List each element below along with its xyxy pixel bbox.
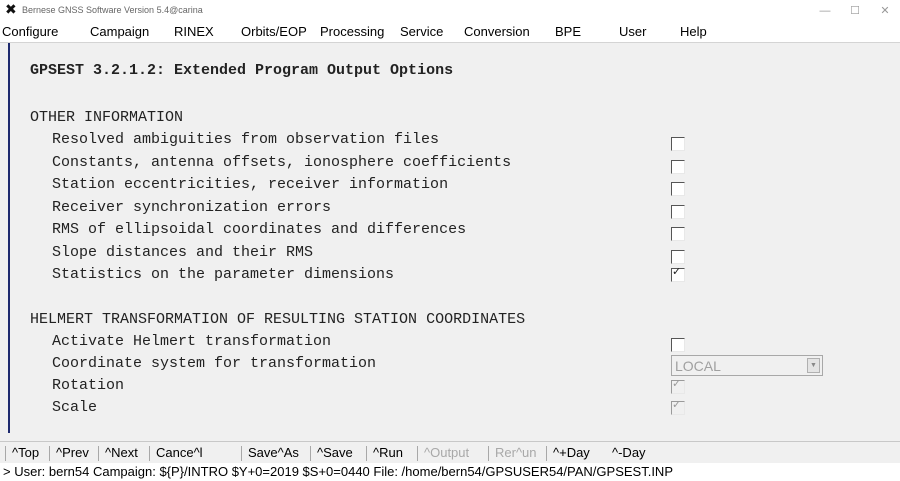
checkbox-rotation[interactable]: ✓ <box>671 377 685 394</box>
menu-label: RINEX <box>174 24 214 39</box>
status-bar: > User: bern54 Campaign: ${P}/INTRO $Y+0… <box>0 463 900 481</box>
menu-label: Campaign <box>90 24 150 39</box>
option-label: Station eccentricities, receiver informa… <box>52 176 449 193</box>
menu-configure[interactable]: Configure <box>2 25 58 39</box>
save-as-button[interactable]: Save^As <box>248 446 299 460</box>
checkbox-slope-distances[interactable] <box>671 250 685 264</box>
separator <box>149 446 150 461</box>
maximize-button[interactable]: ☐ <box>840 2 870 20</box>
separator <box>546 446 547 461</box>
rotation-label: Rotation <box>52 377 125 394</box>
checkmark-icon: ✓ <box>672 265 682 278</box>
checkbox-scale[interactable]: ✓ <box>671 398 685 415</box>
title-bar: ✖ Bernese GNSS Software Version 5.4@cari… <box>0 0 900 22</box>
menu-label: User <box>619 24 647 39</box>
section-other-information: OTHER INFORMATION <box>30 109 184 126</box>
separator <box>241 446 242 461</box>
option-label: Statistics on the parameter dimensions <box>52 266 395 283</box>
menu-bpe[interactable]: BPE <box>555 25 581 39</box>
option-label: Slope distances and their RMS <box>52 244 314 261</box>
plus-day-button[interactable]: ^+Day <box>553 446 590 460</box>
checkbox-activate-helmert[interactable] <box>671 338 685 352</box>
menu-processing[interactable]: Processing <box>320 25 384 39</box>
checkmark-icon: ✓ <box>672 377 682 390</box>
menu-label: BPE <box>555 24 582 39</box>
checkbox-constants-antenna[interactable] <box>671 160 685 174</box>
checkbox-receiver-sync[interactable] <box>671 205 685 219</box>
menu-label: Conversion <box>464 24 530 39</box>
x-logo-icon: ✖ <box>5 2 17 18</box>
checkbox-resolved-ambiguities[interactable] <box>671 137 685 151</box>
menu-label: Processing <box>320 24 385 39</box>
navigation-toolbar: ^Top ^Prev ^Next Cance^l Save^As ^Save ^… <box>0 441 900 464</box>
separator <box>310 446 311 461</box>
top-button[interactable]: ^Top <box>12 446 39 460</box>
menu-service[interactable]: Service <box>400 25 443 39</box>
chevron-down-icon: ▼ <box>807 358 820 373</box>
coordinate-system-value: LOCAL <box>675 358 721 374</box>
option-label: Receiver synchronization errors <box>52 199 332 216</box>
checkmark-icon: ✓ <box>672 398 682 411</box>
option-label: Constants, antenna offsets, ionosphere c… <box>52 154 512 171</box>
page-title: GPSEST 3.2.1.2: Extended Program Output … <box>30 62 454 79</box>
window-title: Bernese GNSS Software Version 5.4@carina <box>22 5 203 15</box>
checkbox-rms-ellipsoidal[interactable] <box>671 227 685 241</box>
minus-day-button[interactable]: ^-Day <box>612 446 646 460</box>
scale-label: Scale <box>52 399 98 416</box>
output-button[interactable]: ^Output <box>424 446 469 460</box>
menu-orbits-eop[interactable]: Orbits/EOP <box>241 25 307 39</box>
checkbox-statistics-parameters[interactable]: ✓ <box>671 265 685 282</box>
separator <box>417 446 418 461</box>
save-button[interactable]: ^Save <box>317 446 353 460</box>
menu-bar: Configure Campaign RINEX Orbits/EOP Proc… <box>0 22 900 43</box>
menu-user[interactable]: User <box>619 25 646 39</box>
option-label: Resolved ambiguities from observation fi… <box>52 131 440 148</box>
menu-campaign[interactable]: Campaign <box>90 25 149 39</box>
menu-label: Help <box>680 24 707 39</box>
menu-label: Configure <box>2 24 59 39</box>
minimize-button[interactable]: — <box>810 2 840 20</box>
checkbox-station-eccentricities[interactable] <box>671 182 685 196</box>
menu-rinex[interactable]: RINEX <box>174 25 214 39</box>
cancel-button[interactable]: Cance^l <box>156 446 203 460</box>
separator <box>49 446 50 461</box>
menu-label: Orbits/EOP <box>241 24 307 39</box>
menu-label: Service <box>400 24 444 39</box>
separator <box>98 446 99 461</box>
activate-helmert-label: Activate Helmert transformation <box>52 333 332 350</box>
coordinate-system-label: Coordinate system for transformation <box>52 355 377 372</box>
close-button[interactable]: ✕ <box>870 2 900 20</box>
run-button[interactable]: ^Run <box>373 446 403 460</box>
option-label: RMS of ellipsoidal coordinates and diffe… <box>52 221 467 238</box>
separator <box>488 446 489 461</box>
coordinate-system-select[interactable]: LOCAL ▼ <box>671 355 823 376</box>
next-button[interactable]: ^Next <box>105 446 138 460</box>
rerun-button[interactable]: Rer^un <box>495 446 537 460</box>
section-helmert: HELMERT TRANSFORMATION OF RESULTING STAT… <box>30 311 526 328</box>
menu-conversion[interactable]: Conversion <box>464 25 530 39</box>
prev-button[interactable]: ^Prev <box>56 446 89 460</box>
separator <box>366 446 367 461</box>
status-text: > User: bern54 Campaign: ${P}/INTRO $Y+0… <box>3 464 673 479</box>
separator <box>5 446 6 461</box>
menu-help[interactable]: Help <box>680 25 707 39</box>
